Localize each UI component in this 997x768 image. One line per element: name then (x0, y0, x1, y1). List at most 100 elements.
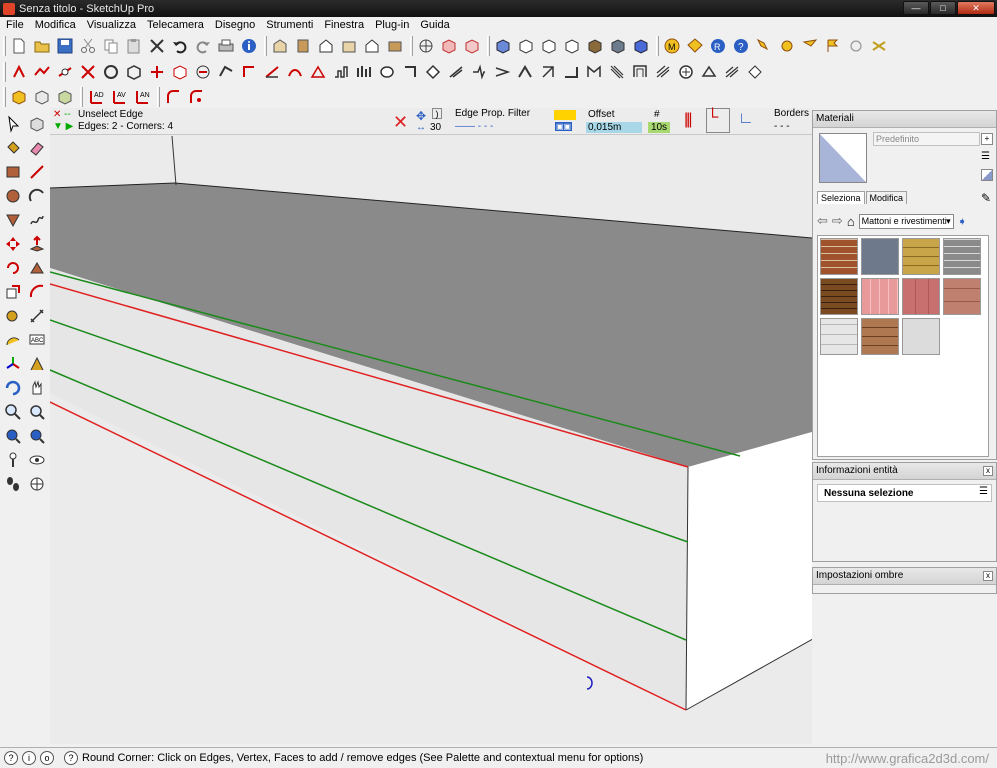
axis-ad-icon[interactable]: AD (85, 86, 107, 108)
close-panel-icon[interactable]: x (983, 466, 993, 476)
toolbar-grip[interactable] (3, 86, 6, 107)
views-left-icon[interactable] (384, 35, 406, 57)
rotate-icon[interactable] (1, 256, 25, 280)
plugin-tool-12-icon[interactable] (261, 61, 283, 83)
toolbar-grip[interactable] (3, 61, 6, 82)
xray-style-icon[interactable] (607, 35, 629, 57)
entity-info-menu-icon[interactable]: ☰ (979, 486, 988, 497)
edge-filter-label[interactable]: Edge Prop. Filter (455, 108, 530, 119)
zoom-extents-icon[interactable] (1, 424, 25, 448)
plugin-tool-6-icon[interactable] (123, 61, 145, 83)
plugin-sun-icon[interactable] (776, 35, 798, 57)
undo-icon[interactable] (169, 35, 191, 57)
3d-viewport[interactable] (50, 108, 812, 744)
plugin-tool-16-icon[interactable] (353, 61, 375, 83)
plugin-circle-icon[interactable] (845, 35, 867, 57)
menu-file[interactable]: File (6, 19, 24, 31)
plugin-tool-32-icon[interactable] (721, 61, 743, 83)
plugin-cross-icon[interactable] (868, 35, 890, 57)
status-help-icon[interactable]: ? (4, 751, 18, 765)
zoom-icon[interactable] (1, 400, 25, 424)
shadow-settings-header[interactable]: Impostazioni ombre x (813, 568, 996, 585)
corner-profile-icon[interactable]: ∟ (738, 110, 754, 128)
plugin-tool-19-icon[interactable] (422, 61, 444, 83)
pan-hand-icon[interactable] (25, 376, 49, 400)
plugin-tool-18-icon[interactable] (399, 61, 421, 83)
offset-icon[interactable] (25, 280, 49, 304)
parallel-edges-icon[interactable]: ||| (684, 111, 693, 129)
protractor-icon[interactable] (1, 328, 25, 352)
plugin-tool-26-icon[interactable] (583, 61, 605, 83)
pencil-line-icon[interactable] (25, 160, 49, 184)
material-swatch[interactable] (902, 238, 940, 275)
zoom-window-icon[interactable] (25, 400, 49, 424)
views-iso-icon[interactable] (269, 35, 291, 57)
segments-value[interactable]: 30 (430, 122, 441, 133)
textured-style-icon[interactable] (630, 35, 652, 57)
text-label-icon[interactable]: ABC (25, 328, 49, 352)
plugin-key-icon[interactable] (753, 35, 775, 57)
minimize-button[interactable]: — (903, 1, 929, 15)
menu-guida[interactable]: Guida (420, 19, 449, 31)
offset-input[interactable]: 0,015m (586, 122, 642, 133)
walk-icon[interactable] (1, 472, 25, 496)
edge-filter-pattern[interactable]: —— - - - (455, 121, 493, 132)
borders-value[interactable]: - - - (774, 121, 790, 132)
rectangle-icon[interactable] (1, 160, 25, 184)
plugin-tool-30-icon[interactable] (675, 61, 697, 83)
tab-seleziona[interactable]: Seleziona (817, 191, 865, 204)
component-open-icon[interactable] (31, 86, 53, 108)
material-swatch[interactable] (861, 238, 899, 275)
push-pull-icon[interactable] (25, 232, 49, 256)
paint-bucket-icon[interactable] (1, 136, 25, 160)
plugin-tool-25-icon[interactable] (560, 61, 582, 83)
axis-an-icon[interactable]: AN (131, 86, 153, 108)
plugin-pin-icon[interactable] (799, 35, 821, 57)
plugin-tool-7-icon[interactable] (146, 61, 168, 83)
freehand-icon[interactable] (25, 208, 49, 232)
plugin-tool-23-icon[interactable] (514, 61, 536, 83)
tape-measure-icon[interactable] (1, 304, 25, 328)
status-geo-icon[interactable]: o (40, 751, 54, 765)
orbit-icon[interactable] (1, 376, 25, 400)
material-swatch[interactable] (820, 278, 858, 315)
plugin-tool-14-icon[interactable] (307, 61, 329, 83)
follow-me-icon[interactable] (25, 256, 49, 280)
back-edges-icon[interactable] (461, 35, 483, 57)
color-swatch[interactable] (554, 110, 576, 120)
plugin-tool-10-icon[interactable] (215, 61, 237, 83)
round-corner-icon[interactable] (162, 86, 184, 108)
plugin-tool-33-icon[interactable] (744, 61, 766, 83)
axis-av-icon[interactable]: AV (108, 86, 130, 108)
perspective-icon[interactable] (415, 35, 437, 57)
plugin-tool-28-icon[interactable] (629, 61, 651, 83)
scale-icon[interactable] (1, 280, 25, 304)
circle-icon[interactable] (1, 184, 25, 208)
hidden-line-style-icon[interactable] (515, 35, 537, 57)
monochrome-style-icon[interactable] (584, 35, 606, 57)
menu-modifica[interactable]: Modifica (35, 19, 76, 31)
plugin-tool-15-icon[interactable] (330, 61, 352, 83)
plugin-tool-9-icon[interactable] (192, 61, 214, 83)
close-button[interactable]: ✕ (957, 1, 995, 15)
maximize-button[interactable]: □ (930, 1, 956, 15)
arc-icon[interactable] (25, 184, 49, 208)
views-back-icon[interactable] (361, 35, 383, 57)
home-icon[interactable]: ⌂ (847, 214, 855, 229)
plugin-tool-31-icon[interactable] (698, 61, 720, 83)
material-library-select[interactable]: Mattoni e rivestimenti (858, 213, 954, 229)
menu-disegno[interactable]: Disegno (215, 19, 255, 31)
dimension-icon[interactable] (25, 304, 49, 328)
round-corner-alt-icon[interactable] (185, 86, 207, 108)
make-component-icon[interactable] (25, 112, 49, 136)
plugin-tool-4-icon[interactable] (77, 61, 99, 83)
menu-strumenti[interactable]: Strumenti (266, 19, 313, 31)
plugin-tool-29-icon[interactable] (652, 61, 674, 83)
plugin-tool-3-icon[interactable] (54, 61, 76, 83)
details-arrow-icon[interactable]: ➧ (958, 215, 967, 228)
cancel-x-icon[interactable]: ✕ (393, 112, 408, 133)
menu-visualizza[interactable]: Visualizza (87, 19, 136, 31)
cut-icon[interactable] (77, 35, 99, 57)
move-arrows-icon[interactable]: ✥ (416, 109, 426, 123)
material-options-icon[interactable]: ☰ (981, 151, 993, 163)
